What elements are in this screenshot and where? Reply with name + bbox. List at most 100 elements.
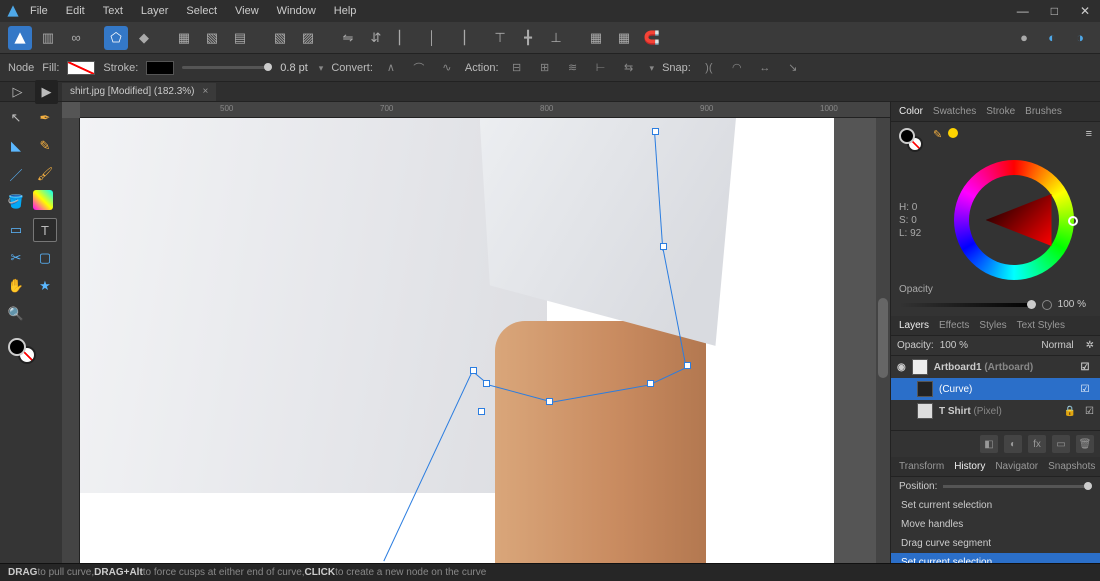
stroke-width-dropdown[interactable] (316, 62, 324, 74)
stroke-width-slider[interactable] (182, 66, 272, 69)
snap-curve-icon[interactable]: )( (699, 58, 719, 78)
action-break-icon[interactable]: ⊟ (507, 58, 527, 78)
snap-angle-icon[interactable]: ◠ (727, 58, 747, 78)
color-triangle[interactable] (986, 194, 1052, 246)
tab-swatches[interactable]: Swatches (933, 106, 976, 117)
zoom-tool[interactable]: 🔍 (4, 302, 28, 326)
layer-row-curve[interactable]: (Curve) ☑ (891, 378, 1100, 400)
gradient-tool[interactable] (33, 190, 53, 210)
mask-layer-icon[interactable]: ◧ (980, 435, 998, 453)
tab-stroke[interactable]: Stroke (986, 106, 1015, 117)
path-node[interactable] (647, 380, 654, 387)
delete-layer-icon[interactable]: 🗑 (1076, 435, 1094, 453)
snap-node-icon[interactable]: ▦ (612, 26, 636, 50)
pencil-tool[interactable]: ／ (4, 162, 28, 186)
layer-row-tshirt[interactable]: T Shirt (Pixel) 🔒 ☑ (891, 400, 1100, 422)
color-panel-menu[interactable]: ≡ (1086, 128, 1092, 140)
tab-navigator[interactable]: Navigator (995, 461, 1038, 472)
tab-color[interactable]: Color (899, 106, 923, 117)
flip-v-icon[interactable]: ⇵ (364, 26, 388, 50)
view-circle-b-icon[interactable]: ◐ (1040, 26, 1064, 50)
align-middle-icon[interactable]: ╋ (516, 26, 540, 50)
eye-icon[interactable]: ◉ (897, 362, 906, 373)
menu-edit[interactable]: Edit (66, 5, 85, 17)
path-node[interactable] (470, 367, 477, 374)
view-circle-c-icon[interactable]: ◑ (1068, 26, 1092, 50)
history-item[interactable]: Drag curve segment (891, 534, 1100, 553)
layer-row-artboard[interactable]: ◉ Artboard1 (Artboard) ☑ (891, 356, 1100, 378)
flip-h-icon[interactable]: ⇋ (336, 26, 360, 50)
menu-file[interactable]: File (30, 5, 48, 17)
action-close-icon[interactable]: ⊞ (535, 58, 555, 78)
convert-smart-icon[interactable]: ∿ (437, 58, 457, 78)
crop-tool[interactable]: ✂ (4, 246, 28, 270)
align-left-icon[interactable]: ▏ (392, 26, 416, 50)
snap-options-dropdown[interactable] (668, 26, 692, 50)
layer-visible-check[interactable]: ☑ (1076, 384, 1094, 395)
opacity-value[interactable]: 100 % (1058, 299, 1086, 310)
fill-swatch[interactable] (67, 61, 95, 75)
action-reverse-icon[interactable]: ⇆ (619, 58, 639, 78)
convert-smooth-icon[interactable]: ⌒ (409, 58, 429, 78)
layer-visible-check[interactable]: ☑ (1085, 406, 1094, 417)
document-tab[interactable]: shirt.jpg [Modified] (182.3%) × (62, 83, 216, 101)
scrollbar-thumb[interactable] (878, 298, 888, 378)
tab-text-styles[interactable]: Text Styles (1017, 320, 1065, 331)
tab-transform[interactable]: Transform (899, 461, 944, 472)
move-tool[interactable]: ↖ (4, 106, 28, 130)
menu-text[interactable]: Text (103, 5, 123, 17)
tab-effects[interactable]: Effects (939, 320, 969, 331)
corner-tool[interactable]: ◣ (4, 134, 28, 158)
shape-rect-tool[interactable]: ▢ (33, 246, 57, 270)
grid-icon[interactable]: ▦ (172, 26, 196, 50)
fx-layer-icon[interactable]: fx (1028, 435, 1046, 453)
fill-tool[interactable]: 🪣 (4, 190, 28, 214)
view-circle-a-icon[interactable]: ● (1012, 26, 1036, 50)
fill-color-swatch[interactable] (8, 338, 26, 356)
context-arrow-icon[interactable]: ▷ (6, 80, 29, 104)
baseline-grid-icon[interactable]: ▤ (228, 26, 252, 50)
star-tool[interactable]: ★ (33, 274, 57, 298)
action-join-icon[interactable]: ⊢ (591, 58, 611, 78)
menu-window[interactable]: Window (277, 5, 316, 17)
layer-settings-icon[interactable]: ✲ (1086, 340, 1094, 351)
window-close[interactable]: ✕ (1076, 4, 1094, 18)
tab-history[interactable]: History (954, 461, 985, 472)
app-home-icon[interactable] (8, 26, 32, 50)
layers-icon[interactable]: ▥ (36, 26, 60, 50)
action-dropdown[interactable] (647, 62, 655, 74)
layer-lock-icon[interactable]: 🔒 (1061, 406, 1079, 417)
path-node[interactable] (546, 398, 553, 405)
align-top-icon[interactable]: ⊤ (488, 26, 512, 50)
window-minimize[interactable]: — (1013, 4, 1033, 18)
color-picker-icon[interactable]: ✎ (933, 128, 942, 141)
menu-layer[interactable]: Layer (141, 5, 169, 17)
add-layer-icon[interactable]: ▭ (1052, 435, 1070, 453)
tab-snapshots[interactable]: Snapshots (1048, 461, 1095, 472)
path-node[interactable] (652, 128, 659, 135)
snap-distance-icon[interactable]: ↔ (755, 58, 775, 78)
align-bottom-icon[interactable]: ⊥ (544, 26, 568, 50)
snap-pixel-icon[interactable]: ▦ (584, 26, 608, 50)
history-position-slider[interactable] (943, 485, 1092, 488)
magnet-snap-icon[interactable]: 🧲 (640, 26, 664, 50)
path-node[interactable] (660, 243, 667, 250)
layer-visible-check[interactable]: ☑ (1076, 362, 1094, 373)
recent-color-dot[interactable] (948, 128, 958, 138)
scrollbar-vertical[interactable] (876, 118, 890, 563)
align-center-icon[interactable]: │ (420, 26, 444, 50)
tab-layers[interactable]: Layers (899, 320, 929, 331)
snap-grid-icon[interactable]: ▧ (200, 26, 224, 50)
canvas[interactable] (80, 118, 834, 563)
stroke-width-value[interactable]: 0.8 pt (280, 62, 308, 74)
snap-handle-icon[interactable]: ↘ (783, 58, 803, 78)
path-node[interactable] (483, 380, 490, 387)
menu-select[interactable]: Select (186, 5, 217, 17)
stroke-swatch[interactable] (146, 61, 174, 75)
artboard[interactable] (80, 118, 834, 563)
layer-opacity-value[interactable]: 100 % (940, 340, 968, 351)
tab-brushes[interactable]: Brushes (1025, 106, 1062, 117)
opacity-noise-icon[interactable] (1042, 300, 1052, 310)
pen-tool[interactable]: ✎ (33, 134, 57, 158)
path-node[interactable] (684, 362, 691, 369)
